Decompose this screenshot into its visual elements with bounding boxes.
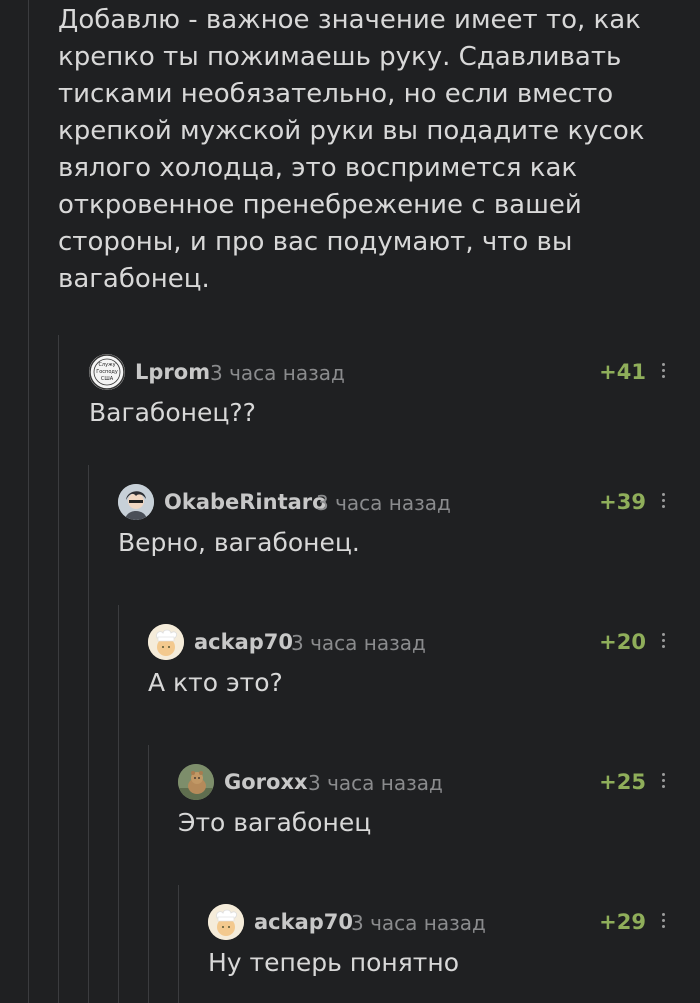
- more-options-icon[interactable]: [656, 490, 670, 514]
- thread-line-level-5: [178, 885, 179, 1003]
- comment-text: А кто это?: [148, 668, 283, 697]
- comment: OkabeRintaro 3 часа назад +39 Верно, ваг…: [118, 482, 700, 612]
- avatar-badge-line: США: [101, 376, 114, 382]
- comment-text: Верно, вагабонец.: [118, 528, 360, 557]
- username[interactable]: Lprom: [135, 360, 210, 384]
- anime-character-avatar-icon[interactable]: [118, 484, 154, 520]
- username[interactable]: Goroxx: [224, 770, 308, 794]
- thread-line-level-1: [58, 335, 59, 1003]
- thread-line-level-4: [148, 745, 149, 1003]
- rating: +39: [599, 490, 646, 514]
- badge-avatar-icon[interactable]: Служу Господу США: [89, 354, 125, 390]
- thread-line-root: [28, 0, 29, 1003]
- username[interactable]: OkabeRintaro: [164, 490, 327, 514]
- comment: ackap70 3 часа назад +29 Ну теперь понят…: [208, 902, 700, 1003]
- comment-header: Служу Господу США Lprom 3 часа назад +41: [89, 352, 700, 392]
- more-options-icon[interactable]: [656, 910, 670, 934]
- more-options-icon[interactable]: [656, 360, 670, 384]
- rating: +41: [599, 360, 646, 384]
- username[interactable]: ackap70: [194, 630, 293, 654]
- more-options-icon[interactable]: [656, 770, 670, 794]
- comment-header: ackap70 3 часа назад +20: [148, 622, 700, 662]
- comment-text: Ну теперь понятно: [208, 948, 459, 977]
- rating: +20: [599, 630, 646, 654]
- comment: Goroxx 3 часа назад +25 Это вагабонец: [178, 762, 700, 892]
- timestamp: 3 часа назад: [308, 771, 443, 795]
- username[interactable]: ackap70: [254, 910, 353, 934]
- rating: +25: [599, 770, 646, 794]
- comment: ackap70 3 часа назад +20 А кто это?: [148, 622, 700, 752]
- comment-header: OkabeRintaro 3 часа назад +39: [118, 482, 700, 522]
- post-paragraph: Добавлю - важное значение имеет то, как …: [58, 5, 645, 294]
- timestamp: 3 часа назад: [316, 491, 451, 515]
- timestamp: 3 часа назад: [210, 361, 345, 385]
- avatar-badge-line: Служу: [98, 362, 115, 368]
- comment-header: ackap70 3 часа назад +29: [208, 902, 700, 942]
- comment-text: Вагабонец??: [89, 398, 256, 427]
- post-text: Добавлю - важное значение имеет то, как …: [58, 0, 658, 298]
- thread-line-level-2: [88, 465, 89, 1003]
- thread-line-level-3: [118, 605, 119, 1003]
- chef-avatar-icon[interactable]: [208, 904, 244, 940]
- comment-header: Goroxx 3 часа назад +25: [178, 762, 700, 802]
- comment: Служу Господу США Lprom 3 часа назад +41…: [89, 352, 700, 482]
- chef-avatar-icon[interactable]: [148, 624, 184, 660]
- rating: +29: [599, 910, 646, 934]
- timestamp: 3 часа назад: [291, 631, 426, 655]
- more-options-icon[interactable]: [656, 630, 670, 654]
- avatar-badge-line: Господу: [96, 369, 118, 375]
- timestamp: 3 часа назад: [351, 911, 486, 935]
- comment-text: Это вагабонец: [178, 808, 372, 837]
- animal-avatar-icon[interactable]: [178, 764, 214, 800]
